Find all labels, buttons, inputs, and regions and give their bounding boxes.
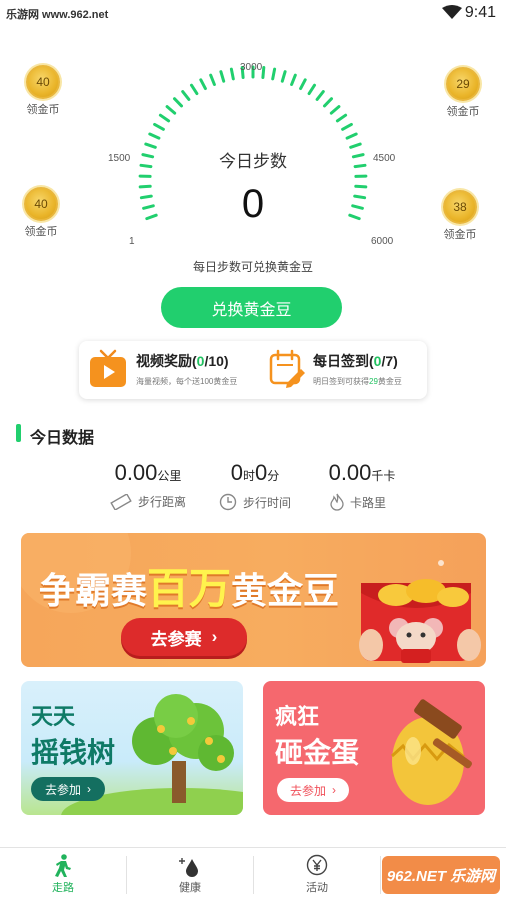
gauge-tick [323,97,333,108]
join-contest-button[interactable]: 去参赛 › [121,618,247,656]
coin-label: 领金币 [26,104,60,116]
reward-card: 视频奖励(0/10) 海量视频，每个送100黄金豆 每日签到(0/7) 明日签到… [79,341,427,399]
money-tree-line1: 天天 [31,704,76,729]
distance-label: 步行距离 [110,493,186,510]
gauge-tick [165,105,177,115]
gauge-tick [209,73,216,86]
gauge-tick [153,122,165,131]
steps-title: 今日步数 [219,152,287,171]
contest-headline: 争霸赛百万黄金豆 [39,565,340,612]
gauge-tick [219,70,226,83]
today-data-title: 今日数据 [30,430,95,447]
scale-label-6000: 6000 [371,236,394,247]
gauge-tick [173,97,183,108]
calories-value: 0.00千卡 [328,460,396,485]
scale-label-1: 1 [129,236,135,247]
coin-top-right[interactable]: 29 领金币 [440,67,488,119]
video-reward-title: 视频奖励(0/10) [136,353,229,369]
golden-egg-line1: 疯狂 [275,704,320,729]
coin-icon: 29 [446,67,480,101]
nav-label-activity: 活动 [306,882,328,894]
video-reward-sub: 海量视频，每个送100黄金豆 [136,377,238,386]
gauge-tick [271,67,277,81]
money-tree-banner[interactable]: 天天 摇钱树 去参加 › [21,681,243,815]
flame-icon [330,493,344,511]
video-reward[interactable]: 视频奖励(0/10) 海量视频，每个送100黄金豆 [89,349,259,393]
steps-hint: 每日步数可兑换黄金豆 [192,260,313,274]
gauge-tick [335,113,348,123]
nav-health[interactable]: 健康 [127,848,253,900]
bottom-nav: 走路 健康 活动 962.NET 乐游网 [0,847,506,900]
gauge-tick [307,83,316,96]
steps-value: 0 [241,182,265,226]
coin-label: 领金币 [443,229,477,241]
gauge-tick [299,78,307,91]
scale-label-3000: 3000 [240,62,263,73]
gauge-tick [158,113,171,123]
clock-icon [219,493,237,511]
site-watermark-logo: 962.NET 乐游网 [382,856,500,894]
money-tree-line2: 摇钱树 [31,737,116,768]
gauge-tick [290,73,297,86]
wifi-icon [442,5,462,19]
calories-label: 卡路里 [330,493,386,511]
section-accent-bar [16,424,21,442]
gauge-tick [341,122,353,131]
nav-walk[interactable]: 走路 [0,848,126,900]
coin-top-left[interactable]: 40 领金币 [22,65,68,117]
golden-egg-banner[interactable]: 疯狂 砸金蛋 去参加 › [263,681,485,815]
walk-time-label: 步行时间 [219,493,291,511]
contest-banner[interactable]: 争霸赛百万黄金豆 去参赛 › [21,533,486,667]
coin-label: 领金币 [446,106,480,118]
gauge-tick [190,83,199,96]
tv-icon [90,349,126,387]
status-bar: 乐游网 www.962.net 9:41 [0,0,506,28]
gauge-tick [229,67,235,81]
daily-signin[interactable]: 每日签到(0/7) 明日签到可获得29黄金豆 [269,349,419,393]
walk-time-value: 0时0分 [230,460,280,485]
calendar-icon [269,349,305,388]
gauge-tick [329,105,341,115]
status-site-text: 乐游网 www.962.net [6,9,109,21]
chevron-right-icon: › [211,627,218,646]
gauge-tick [345,132,358,140]
gauge-tick [199,78,207,91]
distance-value: 0.00公里 [114,460,182,485]
gauge-tick [280,70,287,83]
coin-icon: 40 [26,65,60,99]
nav-label-walk: 走路 [52,882,74,894]
gauge-tick [148,132,161,140]
exchange-gold-beans-button[interactable]: 兑换黄金豆 [161,287,342,328]
status-time: 9:41 [464,4,496,21]
golden-egg-line2: 砸金蛋 [275,737,360,768]
yen-coin-icon [306,854,328,876]
gauge-tick [261,66,266,79]
walking-icon [55,854,71,877]
nav-label-health: 健康 [179,882,201,894]
gauge-tick [181,90,191,101]
golden-egg-join-button[interactable]: 去参加 › [277,778,349,802]
money-tree-join-button[interactable]: 去参加 › [31,777,105,801]
signin-sub: 明日签到可获得29黄金豆 [313,377,402,386]
nav-activity[interactable]: 活动 [254,848,380,900]
chevron-right-icon: › [87,782,91,796]
ruler-icon [110,493,132,510]
health-drop-icon [179,858,198,877]
chevron-right-icon: › [332,783,336,797]
signin-title: 每日签到(0/7) [313,353,398,369]
gauge-tick [315,90,325,101]
